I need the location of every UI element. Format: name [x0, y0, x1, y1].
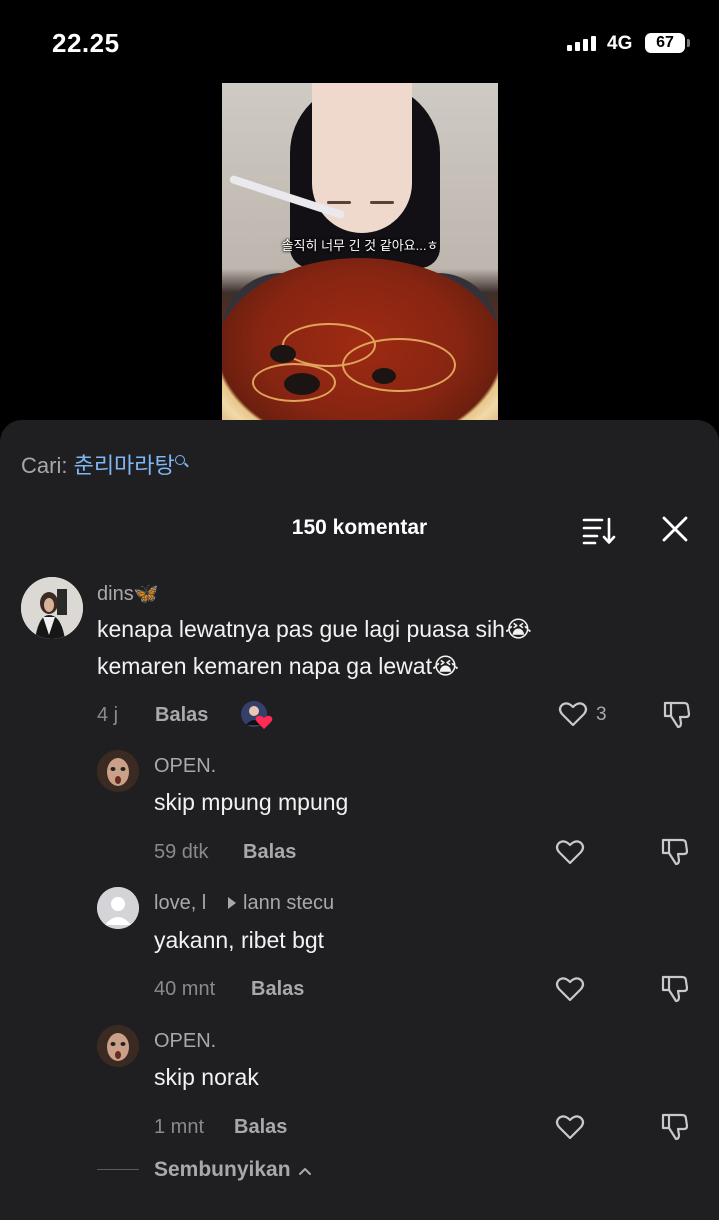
- reply-button[interactable]: Balas: [251, 978, 304, 1001]
- close-icon[interactable]: [661, 515, 689, 543]
- dislike-icon[interactable]: [660, 973, 690, 1003]
- heart-icon[interactable]: [555, 1113, 585, 1141]
- video-mushroom: [372, 368, 396, 384]
- comment-time: 40 mnt: [154, 978, 216, 1000]
- video-mushroom: [270, 345, 296, 363]
- search-label: Cari:: [21, 453, 68, 478]
- comment-text-line: kenapa lewatnya pas gue lagi puasa sih😭: [97, 616, 532, 642]
- like-count: 3: [596, 704, 607, 725]
- search-suggestion[interactable]: Cari: 춘리마라탕: [21, 448, 187, 480]
- dislike-icon[interactable]: [660, 836, 690, 866]
- comment-username[interactable]: dins🦋: [97, 581, 159, 606]
- search-icon: [174, 455, 187, 467]
- reply-button[interactable]: Balas: [234, 1116, 287, 1139]
- comment-time: 4 j: [97, 704, 119, 726]
- dislike-icon[interactable]: [660, 1111, 690, 1141]
- comment-text: skip norak: [154, 1064, 259, 1090]
- video-preview[interactable]: 솔직히 너무 긴 것 같아요...ㅎ: [222, 83, 498, 421]
- reply-button[interactable]: Balas: [155, 704, 208, 727]
- dislike-icon[interactable]: [662, 699, 692, 729]
- default-avatar-icon: [97, 887, 139, 929]
- hide-replies-label: Sembunyikan: [154, 1158, 291, 1181]
- heart-icon[interactable]: [555, 838, 585, 866]
- avatar[interactable]: [97, 887, 139, 929]
- comment-username[interactable]: OPEN.: [154, 1030, 216, 1053]
- status-time: 22.25: [52, 28, 120, 58]
- comment-text: skip mpung mpung: [154, 789, 349, 815]
- reply-button[interactable]: Balas: [243, 841, 296, 864]
- avatar-photo: [97, 1025, 139, 1067]
- comment-username[interactable]: OPEN.: [154, 755, 216, 778]
- comment-username[interactable]: love, l: [154, 892, 206, 915]
- chevron-up-icon: [299, 1168, 312, 1175]
- avatar[interactable]: [97, 1025, 139, 1067]
- video-eye-left: [327, 201, 351, 204]
- heart-icon[interactable]: [555, 975, 585, 1003]
- divider: [97, 1169, 139, 1170]
- comment-time: 1 mnt: [154, 1116, 205, 1138]
- video-subtitle: 솔직히 너무 긴 것 같아요...ㅎ: [281, 238, 439, 253]
- battery-icon: 67: [645, 33, 685, 53]
- comment-time: 59 dtk: [154, 841, 209, 863]
- heart-icon[interactable]: [558, 700, 588, 728]
- hide-replies-button[interactable]: Sembunyikan: [154, 1158, 312, 1182]
- video-mushroom: [284, 373, 320, 395]
- creator-liked-badge-icon: [241, 701, 273, 729]
- comment-text-line: kemaren kemaren napa ga lewat😭: [97, 653, 459, 679]
- signal-icon: [567, 36, 596, 51]
- network-type: 4G: [607, 33, 633, 54]
- sort-icon[interactable]: [582, 515, 616, 545]
- avatar[interactable]: [21, 577, 83, 639]
- avatar-photo: [21, 577, 83, 639]
- reply-to-username[interactable]: lann stecu: [243, 892, 334, 915]
- status-bar: 22.25 4G 67: [0, 0, 719, 80]
- comment-text: yakann, ribet bgt: [154, 927, 325, 953]
- avatar[interactable]: [97, 750, 139, 792]
- avatar-photo: [97, 750, 139, 792]
- battery-tip: [687, 39, 690, 47]
- video-eye-right: [370, 201, 394, 204]
- video-noodle: [342, 338, 456, 392]
- search-term[interactable]: 춘리마라탕: [74, 453, 175, 478]
- reply-arrow-icon: [228, 897, 236, 909]
